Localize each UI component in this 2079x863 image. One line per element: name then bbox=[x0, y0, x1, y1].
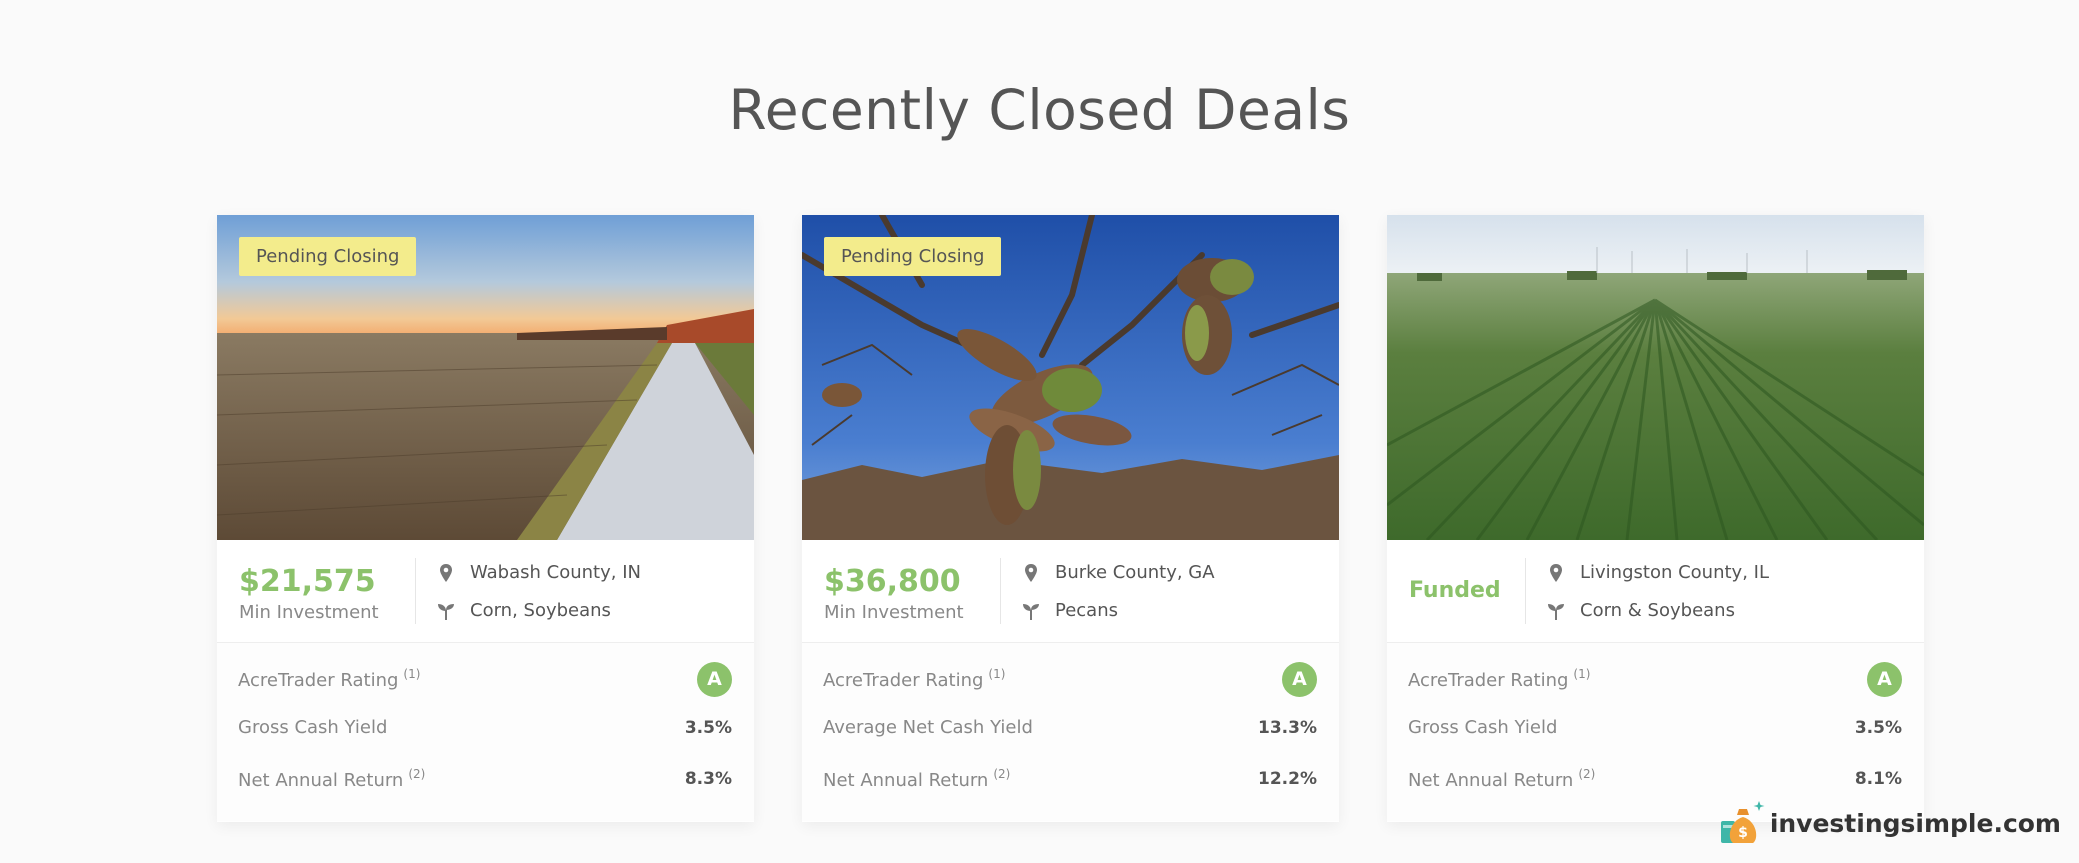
crops-row: Pecans bbox=[1022, 600, 1118, 621]
svg-text:$: $ bbox=[1738, 825, 1748, 841]
deal-summary: Funded Livingston County, IL Corn & Soyb… bbox=[1387, 540, 1924, 643]
map-pin-icon bbox=[1547, 563, 1565, 583]
deal-card-wabash[interactable]: Pending Closing $21,575 Min Investment W… bbox=[217, 215, 754, 822]
deal-card-livingston[interactable]: Funded Livingston County, IL Corn & Soyb… bbox=[1387, 215, 1924, 822]
deal-photo: Pending Closing bbox=[217, 215, 754, 540]
stat-rating: AcreTrader Rating (1) A bbox=[1408, 661, 1902, 697]
stat-value: 13.3% bbox=[1258, 717, 1317, 738]
stat-cash-yield: Average Net Cash Yield 13.3% bbox=[823, 717, 1317, 738]
map-pin-icon bbox=[437, 563, 455, 583]
min-investment-amount: $21,575 bbox=[239, 564, 376, 599]
stat-label: AcreTrader Rating bbox=[1408, 670, 1569, 691]
money-bag-icon: $ bbox=[1719, 799, 1765, 847]
deal-stats: AcreTrader Rating (1) A Gross Cash Yield … bbox=[1387, 643, 1924, 821]
deal-card-burke[interactable]: Pending Closing $36,800 Min Investment B… bbox=[802, 215, 1339, 822]
crops-text: Pecans bbox=[1055, 600, 1118, 621]
stat-net-return: Net Annual Return (2) 8.3% bbox=[238, 767, 732, 791]
stat-value: 8.3% bbox=[684, 769, 732, 789]
location-row: Wabash County, IN bbox=[437, 562, 641, 583]
divider bbox=[1525, 558, 1526, 624]
location-text: Burke County, GA bbox=[1055, 562, 1215, 583]
location-row: Burke County, GA bbox=[1022, 562, 1215, 583]
min-investment-amount: $36,800 bbox=[824, 564, 961, 599]
sprout-icon bbox=[1022, 601, 1040, 621]
footnote: (1) bbox=[1573, 667, 1591, 681]
stat-rating: AcreTrader Rating (1) A bbox=[238, 661, 732, 697]
page-title: Recently Closed Deals bbox=[728, 78, 1351, 142]
deal-stats: AcreTrader Rating (1) A Gross Cash Yield … bbox=[217, 643, 754, 821]
stat-cash-yield: Gross Cash Yield 3.5% bbox=[1408, 717, 1902, 738]
footnote: (1) bbox=[403, 667, 421, 681]
deal-photo: Pending Closing bbox=[802, 215, 1339, 540]
footnote: (2) bbox=[408, 767, 426, 781]
status-badge: Pending Closing bbox=[824, 237, 1002, 276]
stat-label: Net Annual Return bbox=[823, 770, 989, 791]
funded-status: Funded bbox=[1409, 578, 1501, 603]
rating-badge: A bbox=[1867, 661, 1902, 697]
watermark-text: investingsimple.com bbox=[1769, 808, 2061, 838]
stat-label: Gross Cash Yield bbox=[238, 717, 388, 738]
deal-stats: AcreTrader Rating (1) A Average Net Cash … bbox=[802, 643, 1339, 821]
deal-summary: $36,800 Min Investment Burke County, GA … bbox=[802, 540, 1339, 643]
stat-label: AcreTrader Rating bbox=[823, 670, 984, 691]
divider bbox=[415, 558, 416, 624]
min-investment-label: Min Investment bbox=[824, 602, 964, 623]
footnote: (1) bbox=[988, 667, 1006, 681]
sprout-icon bbox=[1547, 601, 1565, 621]
stat-net-return: Net Annual Return (2) 8.1% bbox=[1408, 767, 1902, 791]
stat-label: Net Annual Return bbox=[238, 770, 404, 791]
stat-value: 3.5% bbox=[1854, 717, 1902, 738]
footnote: (2) bbox=[1578, 767, 1596, 781]
crops-row: Corn & Soybeans bbox=[1547, 600, 1735, 621]
stat-value: 8.1% bbox=[1854, 769, 1902, 789]
crops-row: Corn, Soybeans bbox=[437, 600, 611, 621]
deal-photo bbox=[1387, 215, 1924, 540]
deal-summary: $21,575 Min Investment Wabash County, IN… bbox=[217, 540, 754, 643]
stat-value: 3.5% bbox=[684, 717, 732, 738]
stat-label: Average Net Cash Yield bbox=[823, 717, 1033, 738]
map-pin-icon bbox=[1022, 563, 1040, 583]
stat-value: 12.2% bbox=[1258, 769, 1317, 789]
stat-label: Net Annual Return bbox=[1408, 770, 1574, 791]
divider bbox=[1000, 558, 1001, 624]
crops-text: Corn & Soybeans bbox=[1580, 600, 1735, 621]
stat-cash-yield: Gross Cash Yield 3.5% bbox=[238, 717, 732, 738]
location-row: Livingston County, IL bbox=[1547, 562, 1769, 583]
rating-badge: A bbox=[1282, 661, 1317, 697]
location-text: Wabash County, IN bbox=[470, 562, 641, 583]
stat-rating: AcreTrader Rating (1) A bbox=[823, 661, 1317, 697]
sprout-icon bbox=[437, 601, 455, 621]
watermark: $ investingsimple.com bbox=[1719, 799, 2061, 847]
rating-badge: A bbox=[697, 661, 732, 697]
stat-label: AcreTrader Rating bbox=[238, 670, 399, 691]
stat-label: Gross Cash Yield bbox=[1408, 717, 1558, 738]
status-badge: Pending Closing bbox=[239, 237, 417, 276]
footnote: (2) bbox=[993, 767, 1011, 781]
location-text: Livingston County, IL bbox=[1580, 562, 1769, 583]
min-investment-label: Min Investment bbox=[239, 602, 379, 623]
crops-text: Corn, Soybeans bbox=[470, 600, 611, 621]
stat-net-return: Net Annual Return (2) 12.2% bbox=[823, 767, 1317, 791]
